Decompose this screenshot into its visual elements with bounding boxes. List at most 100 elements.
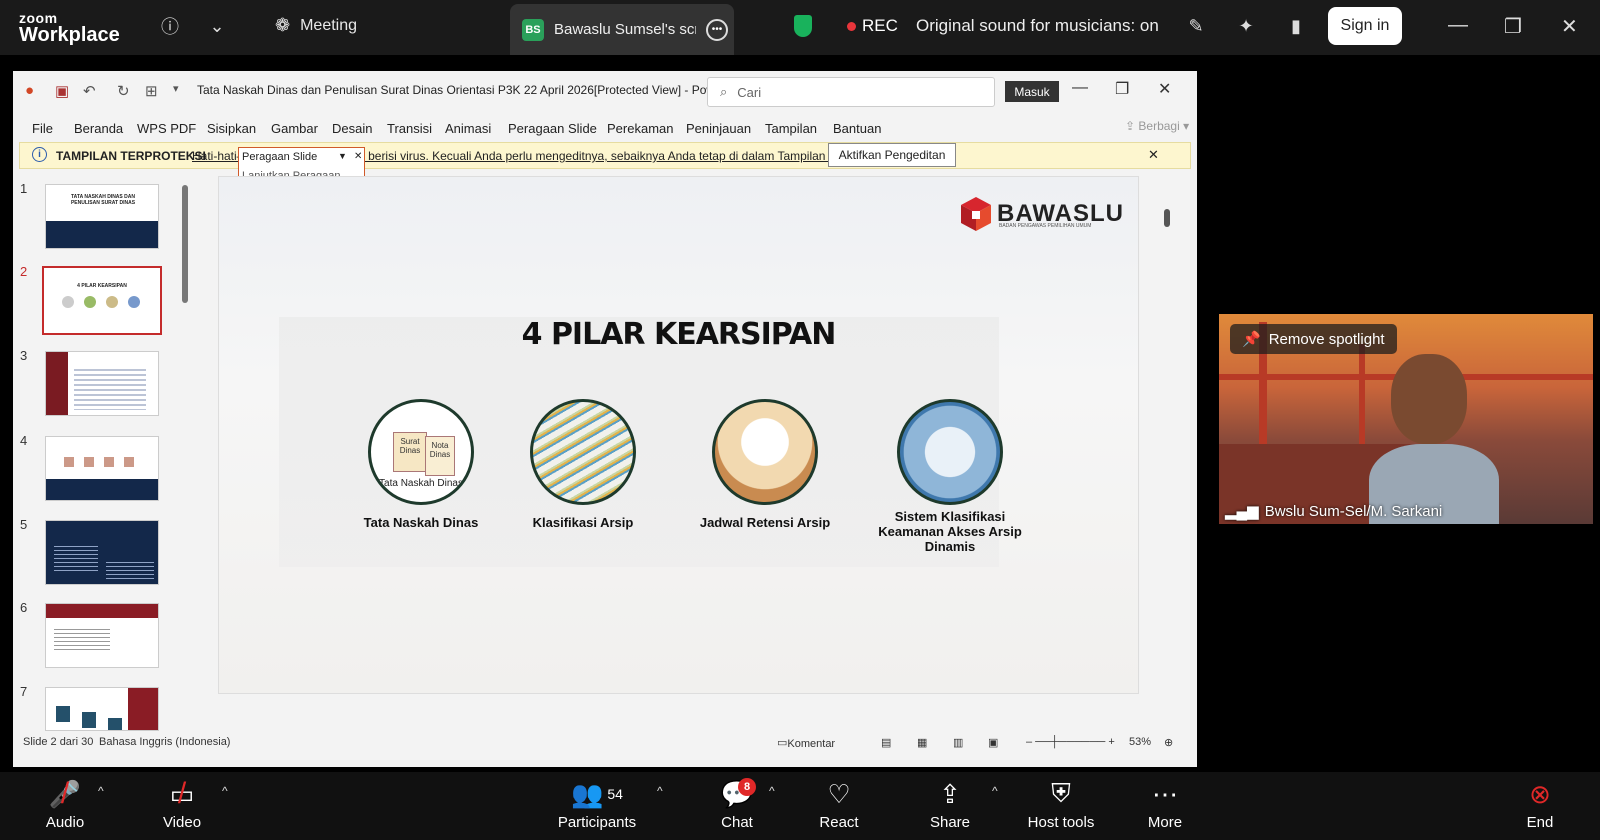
chat-unread-badge: 8 — [738, 778, 756, 796]
pin-icon: 📌 — [1242, 331, 1261, 348]
recording-indicator[interactable]: REC — [847, 16, 898, 36]
audio-button[interactable]: 🎤 / Audio — [40, 777, 90, 831]
fit-slide-icon[interactable]: ⊕ — [1164, 736, 1173, 749]
slide-thumbnail-6[interactable] — [45, 603, 159, 668]
zoom-level[interactable]: 53% — [1129, 736, 1151, 748]
menu-wps-pdf[interactable]: WPS PDF — [137, 121, 196, 136]
ppt-minimize-icon[interactable]: — — [1072, 79, 1088, 97]
pillar-1-image: Surat Dinas Nota Dinas Tata Naskah Dinas — [368, 399, 474, 505]
normal-view-icon[interactable]: ▤ — [881, 736, 891, 749]
search-input[interactable]: ⌕ Cari — [707, 77, 995, 107]
share-button-ppt[interactable]: ⇪ Berbagi ▾ — [1125, 119, 1189, 133]
screen-share-tab[interactable]: BS Bawaslu Sumsel's scre ••• — [510, 4, 734, 55]
bawaslu-logo: BAWASLU BADAN PENGAWAS PEMILIHAN UMUM — [961, 197, 1124, 231]
heart-icon: ♡ — [827, 778, 851, 809]
pillar-2-image — [530, 399, 636, 505]
audio-options-caret[interactable]: ^ — [98, 784, 104, 798]
zoom-control-bar: 🎤 / Audio ^ ▭ / Video ^ 👥 54 Participants ^… — [0, 772, 1600, 840]
presentation-icon[interactable]: ⊞ — [145, 82, 158, 100]
sign-in-button[interactable]: Sign in — [1328, 7, 1402, 45]
menu-tampilan[interactable]: Tampilan — [765, 121, 817, 136]
menu-peragaan-slide[interactable]: Peragaan Slide — [508, 121, 597, 136]
end-meeting-button[interactable]: ⊗ End — [1515, 778, 1565, 832]
slide-thumbnail-1[interactable]: TATA NASKAH DINAS DAN PENULISAN SURAT DI… — [45, 184, 159, 249]
share-button[interactable]: ⇪ Share — [925, 778, 975, 832]
original-sound-status[interactable]: Original sound for musicians: on — [916, 16, 1159, 36]
menu-file[interactable]: File — [32, 121, 53, 136]
video-button[interactable]: ▭ / Video — [157, 777, 207, 831]
save-icon[interactable]: ▣ — [55, 82, 69, 100]
slide-title: 4 PILAR KEARSIPAN — [521, 317, 837, 352]
ribbon-menu: File Beranda WPS PDF Sisipkan Gambar Des… — [13, 116, 1197, 140]
menu-beranda[interactable]: Beranda — [74, 121, 123, 136]
slide-sorter-icon[interactable]: ▦ — [917, 736, 927, 749]
close-window-icon[interactable]: ✕ — [1561, 14, 1578, 39]
pillar-3-image — [712, 399, 818, 505]
pillar-sistem-klasifikasi: Sistem Klasifikasi Keamanan Akses Arsip … — [875, 399, 1025, 554]
dropdown-arrow-icon[interactable]: ▼ — [338, 151, 347, 161]
spotlight-video-tile[interactable]: 📌 Remove spotlight ▂▄▆ Bwslu Sum-Sel/M. … — [1219, 314, 1593, 524]
more-options-icon[interactable]: ••• — [706, 18, 728, 41]
powerpoint-app-icon: ● — [25, 82, 35, 99]
zoom-slider[interactable]: – ──┼────── + — [1026, 736, 1115, 748]
slide-thumbnail-5[interactable] — [45, 520, 159, 585]
ppt-title-bar: ● ▣ ↶ ↻ ⊞ ▾ Tata Naskah Dinas dan Penuli… — [13, 71, 1197, 111]
enable-editing-button[interactable]: Aktifkan Pengeditan — [828, 143, 956, 167]
chat-options-caret[interactable]: ^ — [769, 784, 775, 798]
sign-in-button-ppt[interactable]: Masuk — [1005, 81, 1059, 102]
more-button[interactable]: ⋯ More — [1140, 778, 1190, 832]
shield-icon: ⛨ — [1051, 778, 1071, 808]
ppt-close-icon[interactable]: ✕ — [1158, 79, 1171, 99]
restore-window-icon[interactable]: ❐ — [1504, 14, 1522, 39]
encryption-shield-icon[interactable] — [794, 15, 812, 37]
reading-view-icon[interactable]: ▥ — [953, 736, 963, 749]
slide-thumbnail-3[interactable] — [45, 351, 159, 416]
slide-thumbnail-2[interactable]: 4 PILAR KEARSIPAN — [42, 266, 162, 335]
slide-thumbnail-4[interactable] — [45, 436, 159, 501]
pillar-jadwal-retensi-arsip: Jadwal Retensi Arsip — [695, 399, 835, 530]
slideshow-view-icon[interactable]: ▣ — [988, 736, 998, 749]
view-layout-icon[interactable]: ▮ — [1284, 14, 1308, 38]
chevron-down-icon[interactable]: ⌄ — [205, 14, 229, 38]
slide-scrollbar[interactable] — [1162, 171, 1172, 681]
slide-thumbnails-pane: 1 TATA NASKAH DINAS DAN PENULISAN SURAT … — [13, 171, 193, 731]
ai-sparkle-icon[interactable]: ✦ — [1234, 14, 1258, 38]
thumbnail-scrollbar[interactable] — [181, 175, 189, 730]
menu-bantuan[interactable]: Bantuan — [833, 121, 881, 136]
meeting-menu[interactable]: ❁ Meeting — [275, 15, 357, 36]
close-bar-icon[interactable]: ✕ — [1148, 147, 1159, 163]
participant-name-label: ▂▄▆ Bwslu Sum-Sel/M. Sarkani — [1225, 502, 1443, 521]
menu-peninjauan[interactable]: Peninjauan — [686, 121, 751, 136]
participants-button[interactable]: 👥 54 Participants — [552, 778, 642, 832]
menu-gambar[interactable]: Gambar — [271, 121, 318, 136]
menu-sisipkan[interactable]: Sisipkan — [207, 121, 256, 136]
signal-bars-icon: ▂▄▆ — [1225, 503, 1259, 520]
menu-transisi[interactable]: Transisi — [387, 121, 432, 136]
remove-spotlight-button[interactable]: 📌 Remove spotlight — [1230, 324, 1397, 354]
comments-button[interactable]: ▭ Komentar — [777, 736, 835, 750]
pillar-tata-naskah-dinas: Surat Dinas Nota Dinas Tata Naskah Dinas… — [351, 399, 491, 530]
minimize-window-icon[interactable]: — — [1448, 14, 1468, 37]
share-options-caret[interactable]: ^ — [992, 784, 998, 798]
slide-canvas[interactable]: BAWASLU BADAN PENGAWAS PEMILIHAN UMUM 4 … — [218, 176, 1139, 694]
info-icon: i — [32, 147, 47, 162]
zoom-logo: zoom Workplace — [19, 10, 120, 46]
video-options-caret[interactable]: ^ — [222, 784, 228, 798]
react-button[interactable]: ♡ React — [814, 778, 864, 832]
menu-desain[interactable]: Desain — [332, 121, 372, 136]
slide-thumbnail-7[interactable] — [45, 687, 159, 731]
more-dots-icon: ⋯ — [1152, 778, 1178, 809]
host-tools-button[interactable]: ⛨ Host tools — [1020, 778, 1102, 831]
popup-close-icon[interactable]: ✕ — [354, 151, 362, 162]
undo-icon[interactable]: ↶ — [83, 82, 96, 100]
redo-icon[interactable]: ↻ — [117, 82, 130, 100]
annotate-pen-icon[interactable]: ✎ — [1184, 14, 1208, 38]
ppt-status-bar: Slide 2 dari 30 Bahasa Inggris (Indonesi… — [23, 736, 1174, 750]
menu-animasi[interactable]: Animasi — [445, 121, 491, 136]
menu-perekaman[interactable]: Perekaman — [607, 121, 673, 136]
customize-toolbar-icon[interactable]: ▾ — [173, 82, 179, 95]
ppt-restore-icon[interactable]: ❐ — [1115, 79, 1129, 99]
info-icon[interactable]: ⓘ — [158, 14, 182, 38]
participants-options-caret[interactable]: ^ — [657, 784, 663, 798]
pillar-4-image — [897, 399, 1003, 505]
